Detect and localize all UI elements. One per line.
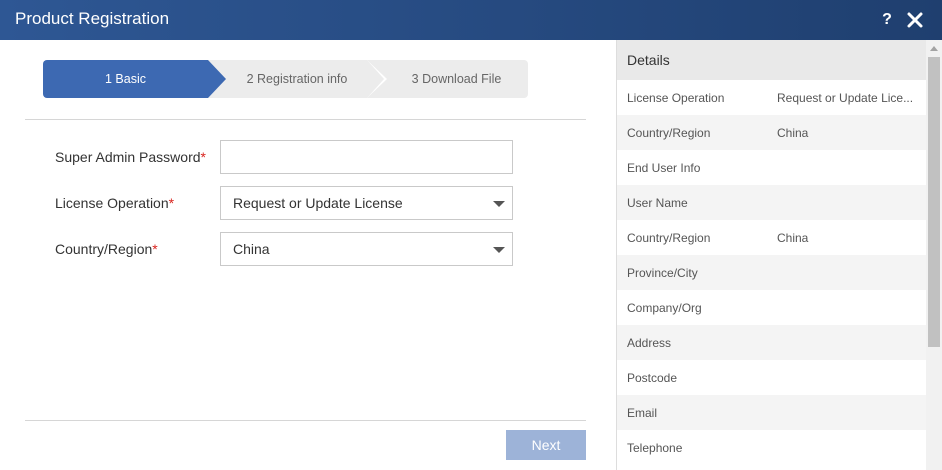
country-region-label: Country/Region* <box>55 241 158 257</box>
detail-row: Email <box>617 395 927 430</box>
divider <box>25 119 586 120</box>
chevron-down-icon <box>493 201 505 207</box>
next-button[interactable]: Next <box>506 430 586 460</box>
details-scrollbar[interactable] <box>926 40 942 470</box>
required-mark: * <box>200 149 206 165</box>
country-label-text: Country/Region <box>55 241 153 257</box>
detail-row: Company/Org <box>617 290 927 325</box>
detail-row: End User Info <box>617 150 927 185</box>
detail-key: Company/Org <box>627 301 702 315</box>
license-operation-select[interactable]: Request or Update License <box>220 186 513 220</box>
details-panel: Details License Operation Request or Upd… <box>616 40 927 470</box>
step-label: 3 Download File <box>411 72 502 86</box>
step-download-file: 3 Download File <box>367 60 528 98</box>
step-label: 1 Basic <box>105 72 146 86</box>
step-arrow <box>367 60 384 98</box>
detail-key: Province/City <box>627 266 698 280</box>
detail-row: Telephone <box>617 430 927 465</box>
detail-row: License Operation Request or Update Lice… <box>617 80 927 115</box>
country-region-select[interactable]: China <box>220 232 513 266</box>
scroll-up-arrow-icon[interactable] <box>930 46 938 51</box>
country-region-value: China <box>233 241 270 257</box>
step-label: 2 Registration info <box>246 72 348 86</box>
title-bar: Product Registration ? <box>0 0 942 40</box>
detail-key: Country/Region <box>627 126 711 140</box>
detail-key: Postcode <box>627 371 678 385</box>
detail-key: End User Info <box>627 161 701 175</box>
detail-key: Email <box>627 406 658 420</box>
scroll-thumb[interactable] <box>928 57 940 347</box>
required-mark: * <box>152 241 158 257</box>
detail-row: Country/Region China <box>617 115 927 150</box>
detail-value: Request or Update Lice... <box>777 91 914 105</box>
detail-key: Telephone <box>627 441 683 455</box>
detail-key: User Name <box>627 196 688 210</box>
detail-key: Country/Region <box>627 231 711 245</box>
super-admin-password-input[interactable] <box>220 140 513 174</box>
detail-row: Postcode <box>617 360 927 395</box>
detail-key: Address <box>627 336 672 350</box>
step-basic: 1 Basic <box>43 60 226 98</box>
detail-row: Country/Region China <box>617 220 927 255</box>
license-operation-value: Request or Update License <box>233 195 403 211</box>
detail-key: License Operation <box>627 91 725 105</box>
detail-row: User Name <box>617 185 927 220</box>
license-operation-label: License Operation* <box>55 195 174 211</box>
close-icon[interactable] <box>906 11 924 29</box>
license-label-text: License Operation <box>55 195 169 211</box>
step-arrow <box>208 60 226 98</box>
detail-row: Address <box>617 325 927 360</box>
detail-value: China <box>777 231 809 245</box>
wizard-steps: 3 Download File 2 Registration info 1 Ba… <box>43 60 528 98</box>
required-mark: * <box>168 195 175 211</box>
window-title: Product Registration <box>15 9 170 28</box>
details-header: Details <box>617 40 927 80</box>
chevron-down-icon <box>493 247 505 253</box>
detail-value: China <box>777 126 809 140</box>
password-label: Super Admin Password* <box>55 149 206 165</box>
divider <box>25 420 586 421</box>
detail-row: Province/City <box>617 255 927 290</box>
help-button[interactable]: ? <box>880 11 894 29</box>
password-label-text: Super Admin Password <box>55 149 201 165</box>
